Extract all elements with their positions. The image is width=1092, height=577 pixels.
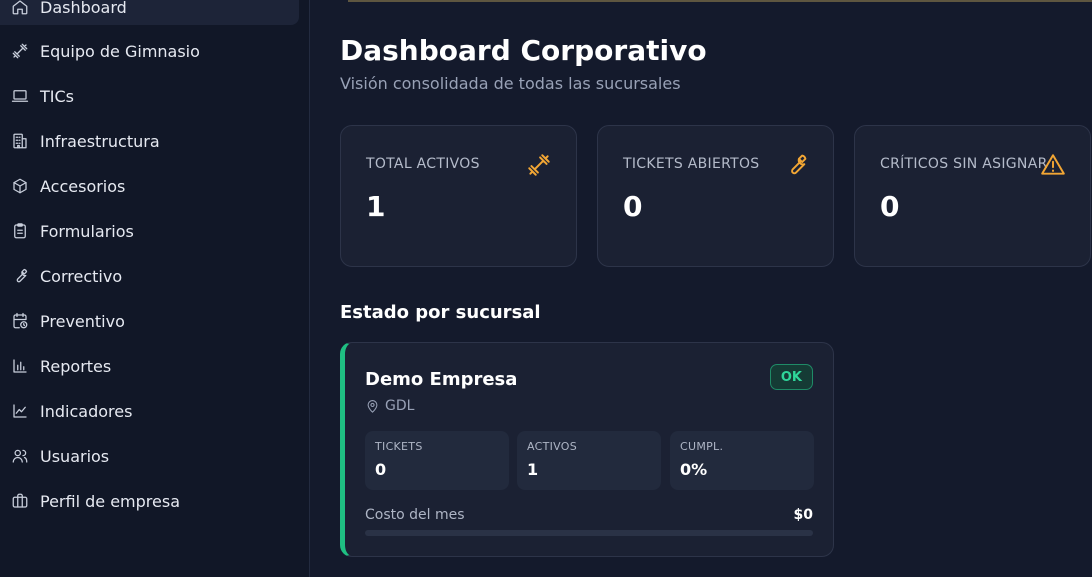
sidebar: Dashboard Equipo de Gimnasio TICs Infrae… <box>0 0 310 577</box>
stat-value: 0 <box>375 460 387 479</box>
page-subtitle: Visión consolidada de todas las sucursal… <box>340 74 681 93</box>
sidebar-item-label: Dashboard <box>40 0 127 17</box>
wrench-icon <box>10 266 30 286</box>
building-icon <box>10 131 30 151</box>
calendar-clock-icon <box>10 311 30 331</box>
branch-stat-activos: ACTIVOS 1 <box>517 431 661 490</box>
sidebar-item-accesorios[interactable]: Accesorios <box>0 168 299 204</box>
warning-icon <box>1040 152 1066 178</box>
sidebar-item-usuarios[interactable]: Usuarios <box>0 438 299 474</box>
kpi-card-total-activos: TOTAL ACTIVOS 1 <box>340 125 577 267</box>
sidebar-item-indicadores[interactable]: Indicadores <box>0 393 299 429</box>
sidebar-item-label: Equipo de Gimnasio <box>40 41 200 61</box>
kpi-value: 1 <box>366 190 386 223</box>
wrench-icon <box>783 152 809 178</box>
line-chart-icon <box>10 401 30 421</box>
sidebar-item-equipo-gimnasio[interactable]: Equipo de Gimnasio <box>0 33 299 69</box>
sidebar-item-label: Preventivo <box>40 311 125 331</box>
status-badge: OK <box>769 364 813 390</box>
top-accent-line <box>348 0 1092 2</box>
kpi-value: 0 <box>880 190 900 223</box>
sidebar-item-label: Usuarios <box>40 446 110 466</box>
branch-location: GDL <box>365 398 414 414</box>
cost-label: Costo del mes <box>365 507 465 523</box>
sidebar-item-label: Accesorios <box>40 176 126 196</box>
sidebar-item-formularios[interactable]: Formularios <box>0 213 299 249</box>
branch-stat-tickets: TICKETS 0 <box>365 431 509 490</box>
branch-card[interactable]: Demo Empresa GDL OK TICKETS 0 ACTIVOS 1 … <box>340 342 834 557</box>
stat-value: 0% <box>680 460 708 479</box>
sidebar-item-infraestructura[interactable]: Infraestructura <box>0 123 299 159</box>
sidebar-item-reportes[interactable]: Reportes <box>0 348 299 384</box>
page-title: Dashboard Corporativo <box>340 34 707 67</box>
sidebar-item-label: Reportes <box>40 356 112 376</box>
briefcase-icon <box>10 491 30 511</box>
kpi-label: TOTAL ACTIVOS <box>366 156 480 172</box>
kpi-label: TICKETS ABIERTOS <box>623 156 760 172</box>
sidebar-item-perfil-empresa[interactable]: Perfil de empresa <box>0 483 299 519</box>
branch-name: Demo Empresa <box>365 369 518 390</box>
stat-value: 1 <box>527 460 539 479</box>
sidebar-item-label: Formularios <box>40 221 134 241</box>
home-icon <box>10 0 30 17</box>
kpi-label: CRÍTICOS SIN ASIGNAR <box>880 156 1048 172</box>
users-icon <box>10 446 30 466</box>
cost-value: $0 <box>793 507 813 523</box>
kpi-card-tickets-abiertos: TICKETS ABIERTOS 0 <box>597 125 834 267</box>
stat-label: TICKETS <box>375 440 423 453</box>
map-pin-icon <box>367 399 378 413</box>
stat-label: ACTIVOS <box>527 440 578 453</box>
sidebar-item-label: Indicadores <box>40 401 133 421</box>
stat-label: CUMPL. <box>680 440 724 453</box>
sidebar-item-preventivo[interactable]: Preventivo <box>0 303 299 339</box>
sidebar-item-correctivo[interactable]: Correctivo <box>0 258 299 294</box>
box-icon <box>10 176 30 196</box>
branch-location-text: GDL <box>385 398 415 414</box>
dumbbell-icon <box>10 41 30 61</box>
sidebar-item-dashboard[interactable]: Dashboard <box>0 0 299 25</box>
sidebar-item-tics[interactable]: TICs <box>0 78 299 114</box>
sidebar-item-label: TICs <box>40 86 74 106</box>
bar-chart-icon <box>10 356 30 376</box>
dumbbell-icon <box>526 152 552 178</box>
sidebar-item-label: Infraestructura <box>40 131 160 151</box>
laptop-icon <box>10 86 30 106</box>
kpi-value: 0 <box>623 190 643 223</box>
clipboard-icon <box>10 221 30 241</box>
cost-progress-bar <box>365 530 813 536</box>
branch-stat-cumplimiento: CUMPL. 0% <box>670 431 814 490</box>
kpi-card-criticos-sin-asignar: CRÍTICOS SIN ASIGNAR 0 <box>854 125 1091 267</box>
sidebar-item-label: Correctivo <box>40 266 123 286</box>
sidebar-item-label: Perfil de empresa <box>40 491 180 511</box>
section-title: Estado por sucursal <box>340 302 541 323</box>
